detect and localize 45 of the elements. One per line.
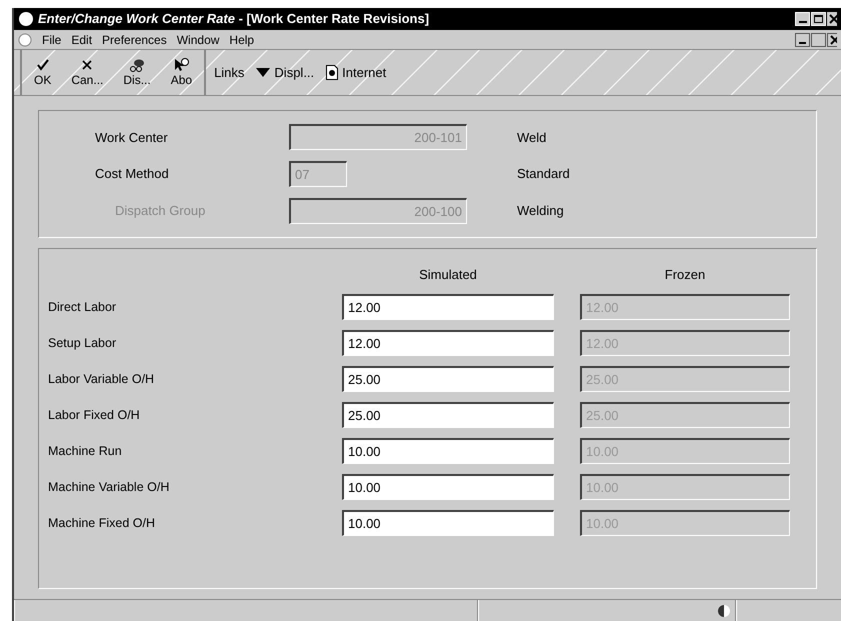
close-button[interactable]: [827, 32, 837, 46]
input-field[interactable]: 10.00: [342, 510, 554, 536]
toolbar-button[interactable]: Can...: [67, 57, 108, 88]
window-title: Enter/Change Work Center Rate - [Work Center Rate Revisions]: [38, 10, 430, 28]
maximize-button[interactable]: [811, 12, 826, 26]
menu-item[interactable]: Help: [229, 30, 254, 48]
link-button[interactable]: Links: [214, 62, 244, 82]
row-label: Direct Labor: [48, 298, 118, 316]
page-icon: [326, 65, 338, 80]
minimize-button[interactable]: [795, 32, 810, 46]
field-label: Work Center: [94, 128, 169, 147]
field-description: Welding: [517, 202, 564, 220]
row-label: Labor Variable O/H: [48, 370, 156, 388]
binoculars-icon: [129, 57, 146, 73]
toolbar-button[interactable]: Dis...: [119, 57, 155, 88]
link-button[interactable]: Internet: [326, 62, 386, 82]
restore-button[interactable]: [811, 32, 826, 46]
input-field[interactable]: 25.00: [342, 366, 554, 392]
menu-item[interactable]: Window: [176, 30, 220, 48]
menu-item[interactable]: File: [42, 30, 62, 48]
input-field[interactable]: 10.00: [342, 474, 554, 500]
field-description: Standard: [517, 165, 570, 184]
toolbar-button[interactable]: Abo: [166, 57, 196, 88]
row-label: Labor Fixed O/H: [48, 406, 141, 424]
field-label: Dispatch Group: [114, 202, 206, 220]
toolbar-button[interactable]: OK: [30, 57, 56, 88]
input-field[interactable]: 10.00: [342, 438, 554, 464]
field-description: Weld: [517, 128, 546, 147]
menu-item[interactable]: Edit: [71, 30, 92, 48]
row-label: Machine Run: [48, 442, 123, 460]
help-pointer-icon: [173, 57, 190, 73]
column-header: Simulated: [418, 266, 478, 284]
input-field[interactable]: 12.00: [342, 330, 554, 356]
row-label: Machine Variable O/H: [48, 478, 170, 496]
menu-item[interactable]: Preferences: [102, 30, 167, 48]
column-header: Frozen: [664, 266, 706, 284]
check-icon: [34, 57, 51, 73]
row-label: Machine Fixed O/H: [48, 514, 156, 532]
input-field[interactable]: 12.00: [342, 294, 554, 320]
row-label: Setup Labor: [48, 334, 118, 352]
input-field[interactable]: 25.00: [342, 402, 554, 428]
triangle-down-icon: [256, 68, 270, 77]
close-button[interactable]: [827, 12, 837, 26]
link-button[interactable]: Displ...: [256, 62, 314, 82]
field-label: Cost Method: [94, 165, 170, 184]
